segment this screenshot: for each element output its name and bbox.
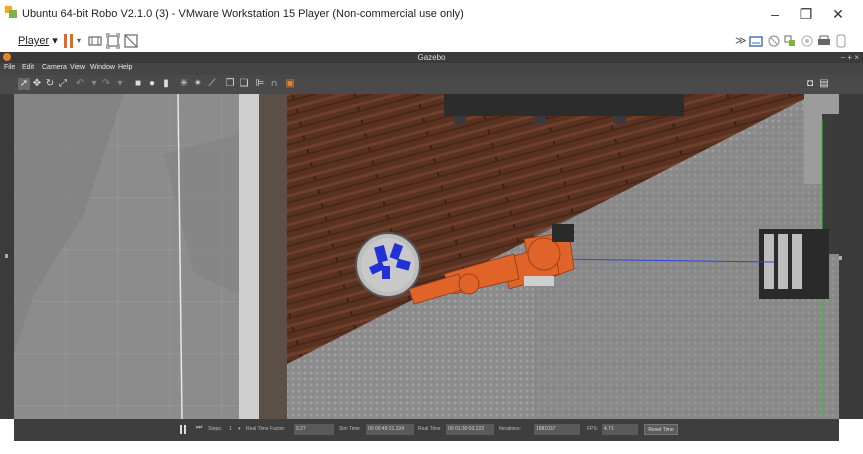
pause-icon[interactable] xyxy=(64,34,74,48)
real-time-label: Real Time xyxy=(418,426,441,432)
sim-time-value: 00 00:49:21.324 xyxy=(366,424,414,435)
usb-icon[interactable] xyxy=(783,33,797,49)
undo-icon[interactable]: ↶ xyxy=(74,78,86,90)
send-ctrl-alt-del-icon[interactable] xyxy=(88,33,102,49)
redo-icon[interactable]: ↷ xyxy=(100,78,112,90)
unity-icon[interactable] xyxy=(124,33,138,49)
printer-icon[interactable] xyxy=(817,33,831,49)
reset-time-button[interactable]: Reset Time xyxy=(644,424,678,435)
translate-mode-icon[interactable]: ✥ xyxy=(31,78,43,90)
pause-simulation-icon[interactable] xyxy=(180,425,188,434)
sound-icon[interactable] xyxy=(800,33,814,49)
restore-icon[interactable]: ❐ xyxy=(793,4,819,24)
minimize-icon[interactable]: – xyxy=(762,4,788,24)
box-shape-icon[interactable]: ■ xyxy=(132,78,144,90)
menu-window[interactable]: Window xyxy=(90,64,115,71)
sim-time-label: Sim Time xyxy=(339,426,360,432)
steps-spinner-icon[interactable]: ▾ xyxy=(238,426,241,432)
spot-light-icon[interactable]: ✴ xyxy=(192,78,204,90)
vmware-toolbar: Player ▾ ▾ ≫ xyxy=(0,30,863,53)
menu-file[interactable]: File xyxy=(4,64,15,71)
rotate-mode-icon[interactable]: ↻ xyxy=(44,78,56,90)
window-title: Ubuntu 64-bit Robo V2.1.0 (3) - VMware W… xyxy=(22,8,464,20)
iterations-value: 1881037 xyxy=(534,424,580,435)
record-log-icon[interactable]: ▤ xyxy=(818,78,830,90)
fps-label: FPS: xyxy=(587,426,599,432)
iterations-label: Iterations: xyxy=(499,426,521,432)
paste-icon[interactable]: ❏ xyxy=(238,78,250,90)
menu-view[interactable]: View xyxy=(70,64,85,71)
gazebo-bottom-bar: ⏭ Steps: 1 ▾ Real Time Factor: 0.27 Sim … xyxy=(14,419,839,441)
player-menu[interactable]: Player ▾ xyxy=(18,34,58,47)
gazebo-title: Gazebo xyxy=(417,53,446,62)
right-panel-handle[interactable] xyxy=(839,94,863,419)
screenshot-icon[interactable]: ▣ xyxy=(284,78,296,90)
removable-device-icon[interactable] xyxy=(749,33,763,49)
menu-edit[interactable]: Edit xyxy=(22,64,34,71)
fit-guest-icon[interactable] xyxy=(106,33,120,49)
real-time-value: 00 01:30:53.222 xyxy=(446,424,494,435)
scale-mode-icon[interactable]: ⤢ xyxy=(57,78,69,90)
copy-icon[interactable]: ❐ xyxy=(224,78,236,90)
point-light-icon[interactable]: ✳ xyxy=(178,78,190,90)
pause-dropdown-icon[interactable]: ▾ xyxy=(77,33,81,49)
gazebo-title-bar: Gazebo − + × xyxy=(0,52,863,63)
snap-icon[interactable]: ∩ xyxy=(268,78,280,90)
vmware-title-bar: Ubuntu 64-bit Robo V2.1.0 (3) - VMware W… xyxy=(0,0,863,30)
directional-light-icon[interactable]: ⟋ xyxy=(206,78,218,90)
vmware-logo-icon xyxy=(5,6,17,18)
menu-help[interactable]: Help xyxy=(118,64,132,71)
gazebo-3d-viewport[interactable] xyxy=(14,94,839,419)
gazebo-toolbar: ➚ ✥ ↻ ⤢ ↶ ▾ ↷ ▾ ■ ● ▮ ✳ ✴ ⟋ ❐ ❏ ⊫ ∩ ▣ ◘ … xyxy=(0,75,863,94)
menu-camera[interactable]: Camera xyxy=(42,64,67,71)
rtf-value: 0.27 xyxy=(294,424,334,435)
camera-icon[interactable]: ◘ xyxy=(804,78,816,90)
forward-icon[interactable]: ≫ xyxy=(735,33,747,49)
steps-value[interactable]: 1 xyxy=(229,426,232,432)
scene-render xyxy=(14,94,839,419)
undo-dropdown-icon[interactable]: ▾ xyxy=(88,78,100,90)
gazebo-window-controls[interactable]: − + × xyxy=(841,52,859,63)
steps-label: Steps: xyxy=(208,426,223,432)
settings-icon[interactable] xyxy=(834,33,848,49)
redo-dropdown-icon[interactable]: ▾ xyxy=(114,78,126,90)
sphere-shape-icon[interactable]: ● xyxy=(146,78,158,90)
gazebo-menubar: File Edit Camera View Window Help xyxy=(0,63,863,75)
window-bottom-margin xyxy=(0,441,863,454)
select-mode-icon[interactable]: ➚ xyxy=(18,78,30,90)
align-icon[interactable]: ⊫ xyxy=(254,78,266,90)
cylinder-shape-icon[interactable]: ▮ xyxy=(160,78,172,90)
left-panel-handle[interactable] xyxy=(0,94,14,419)
step-icon[interactable]: ⏭ xyxy=(196,424,202,432)
fps-value: 4.71 xyxy=(602,424,638,435)
close-icon[interactable]: ✕ xyxy=(825,4,851,24)
rtf-label: Real Time Factor: xyxy=(246,426,286,432)
network-icon[interactable] xyxy=(767,33,781,49)
